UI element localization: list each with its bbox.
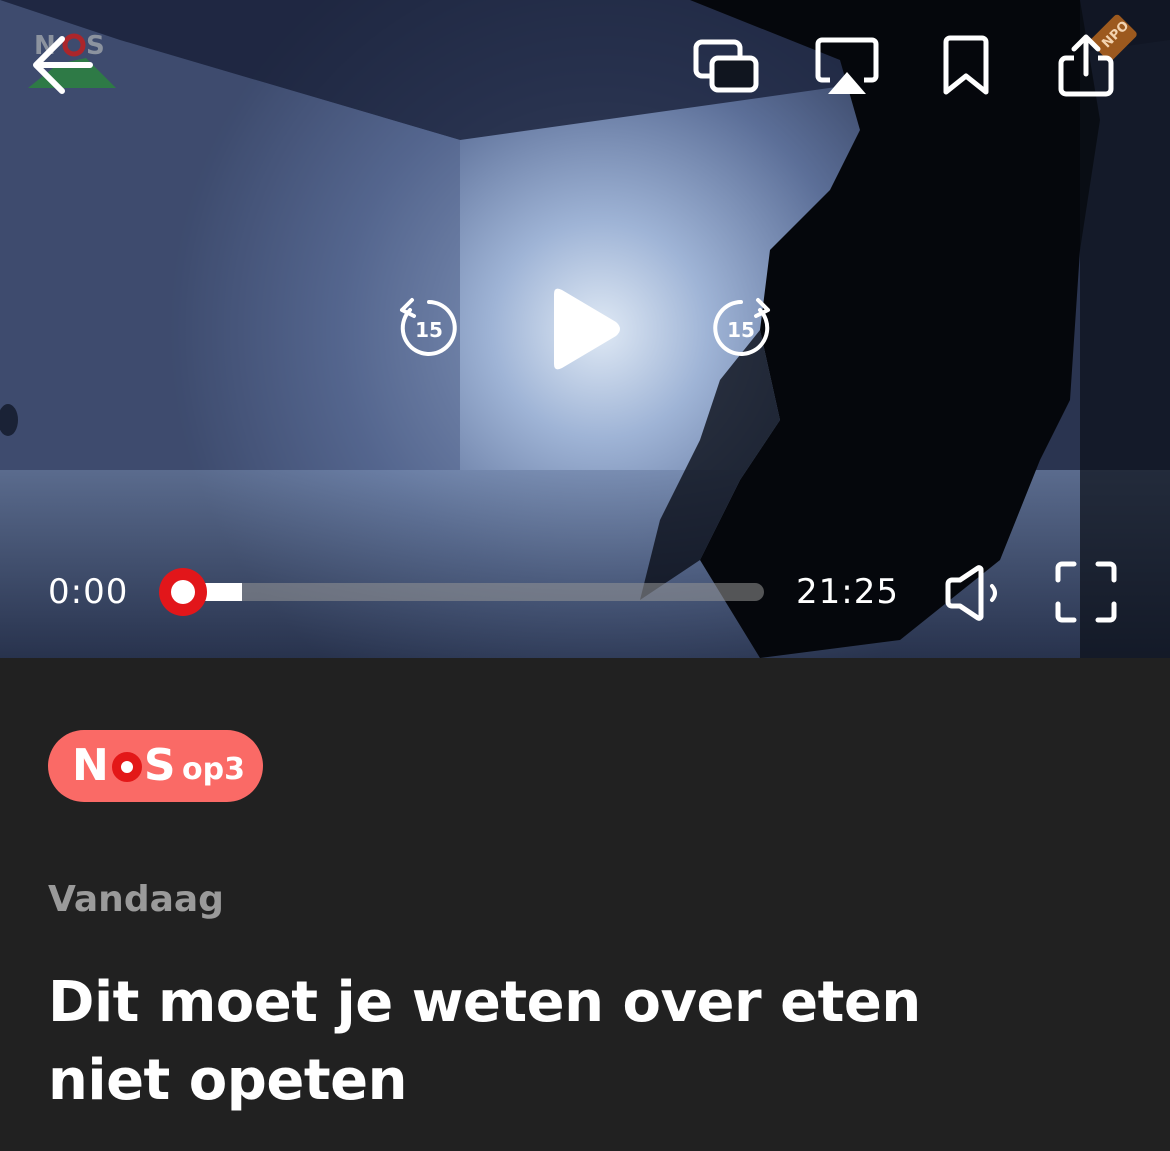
current-time: 0:00 [48,572,129,612]
article-category: Vandaag [48,879,224,920]
bookmark-button[interactable] [940,34,992,98]
play-icon [554,288,620,370]
volume-icon [945,565,997,621]
progress-bar[interactable] [184,583,764,601]
share-icon [1058,34,1114,97]
forward-15-icon: 15 [713,298,770,356]
nos-logo-o-ring [111,752,142,782]
article-title: Dit moet je weten over eten niet opeten [48,970,921,1113]
rewind-15-button[interactable]: 15 [396,296,462,362]
progress-scrubber[interactable] [159,568,207,616]
bookmark-icon [943,35,989,95]
nos-logo: NS [72,738,177,794]
nos-logo-s: S [143,740,177,791]
picture-in-picture-icon [693,39,759,93]
nos-op3-badge[interactable]: NS op3 [48,730,263,802]
page: N S NPO 15 15 0:00 21:25 N S op3 Vandaag… [0,0,1170,1151]
arrow-left-icon [33,36,93,94]
rewind-15-icon: 15 [400,298,457,356]
play-button[interactable] [544,286,624,372]
volume-button[interactable] [944,564,1006,622]
total-time: 21:25 [796,572,899,612]
badge-suffix: op3 [182,752,245,787]
forward-15-button[interactable]: 15 [708,296,774,362]
airplay-icon [815,37,879,94]
forward-seconds-label: 15 [727,318,755,342]
nos-logo-n: N [72,740,110,791]
airplay-button[interactable] [814,36,880,98]
back-button[interactable] [30,34,96,96]
share-button[interactable] [1056,32,1116,98]
picture-in-picture-button[interactable] [692,38,760,94]
rewind-seconds-label: 15 [415,318,443,342]
video-player[interactable]: N S NPO 15 15 0:00 21:25 [0,0,1170,658]
fullscreen-button[interactable] [1054,560,1118,624]
fullscreen-icon [1055,561,1117,623]
